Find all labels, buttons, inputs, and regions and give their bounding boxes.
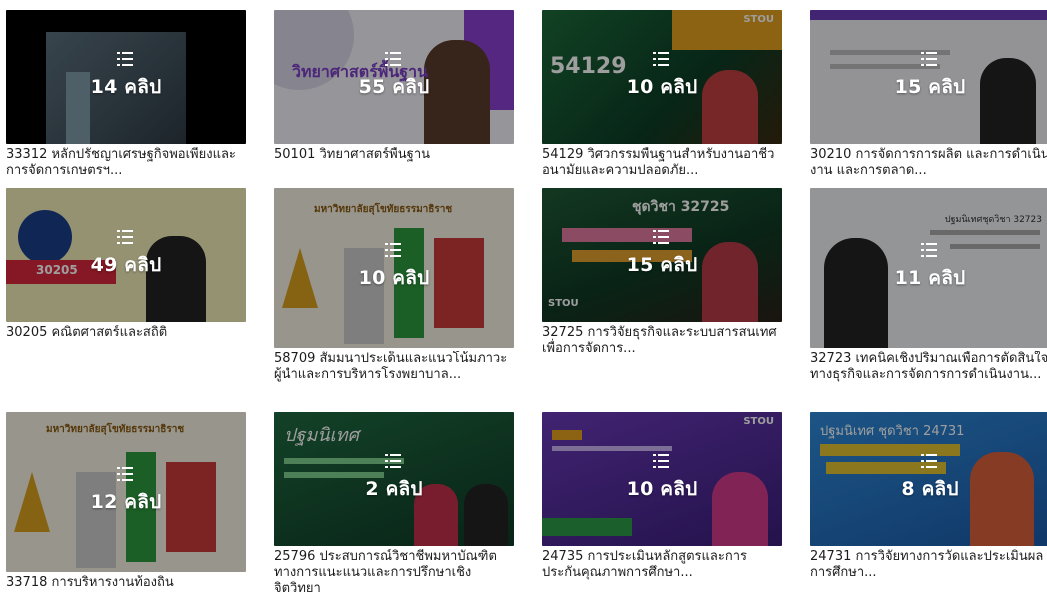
clip-count: 10 คลิป: [358, 267, 430, 289]
playlist-card[interactable]: STOU 10 คลิป 24735 การประเมินหลักสูตรและ…: [542, 412, 782, 581]
playlist-thumbnail[interactable]: ชุดวิชา 32725 STOU 15 คลิป: [542, 188, 782, 322]
playlist-title[interactable]: 50101 วิทยาศาสตร์พื้นฐาน: [274, 147, 514, 163]
clip-count: 15 คลิป: [626, 254, 698, 276]
playlist-icon: [921, 243, 939, 257]
playlist-thumbnail[interactable]: มหาวิทยาลัยสุโขทัยธรรมาธิราช 12 คลิป: [6, 412, 246, 572]
playlist-thumbnail[interactable]: 14 คลิป: [6, 10, 246, 144]
clip-count: 12 คลิป: [90, 491, 162, 513]
playlist-icon: [117, 52, 135, 66]
playlist-thumbnail[interactable]: วิทยาศาสตร์พื้นฐาน 55 คลิป: [274, 10, 514, 144]
playlist-card[interactable]: ปฐมนิเทศชุดวิชา 32723 11 คลิป 32723 เทคน…: [810, 188, 1047, 383]
playlist-card[interactable]: 30205 49 คลิป 30205 คณิตศาสตร์และสถิติ: [6, 188, 246, 341]
playlist-card[interactable]: 15 คลิป 30210 การจัดการการผลิต และการดำเ…: [810, 10, 1047, 179]
clip-count: 10 คลิป: [626, 76, 698, 98]
playlist-title[interactable]: 30210 การจัดการการผลิต และการดำเนินงาน แ…: [810, 147, 1047, 179]
clip-count: 49 คลิป: [90, 254, 162, 276]
playlist-icon: [117, 467, 135, 481]
clip-count: 15 คลิป: [894, 76, 966, 98]
playlist-thumbnail[interactable]: STOU 10 คลิป: [542, 412, 782, 546]
playlist-icon: [653, 230, 671, 244]
playlist-title[interactable]: 58709 สัมมนาประเด็นและแนวโน้มภาวะผู้นำแล…: [274, 351, 514, 383]
playlist-icon: [385, 454, 403, 468]
clip-count: 11 คลิป: [894, 267, 966, 289]
playlist-thumbnail[interactable]: มหาวิทยาลัยสุโขทัยธรรมาธิราช 10 คลิป: [274, 188, 514, 348]
playlist-title[interactable]: 33312 หลักปรัชญาเศรษฐกิจพอเพียงและการจัด…: [6, 147, 246, 179]
playlist-thumbnail[interactable]: ปฐมนิเทศชุดวิชา 32723 11 คลิป: [810, 188, 1047, 348]
playlist-icon: [653, 52, 671, 66]
clip-count: 2 คลิป: [365, 478, 423, 500]
clip-count: 10 คลิป: [626, 478, 698, 500]
playlist-title[interactable]: 33718 การบริหารงานท้องถิ่น: [6, 575, 246, 591]
playlist-title[interactable]: 24735 การประเมินหลักสูตรและการประกันคุณภ…: [542, 549, 782, 581]
playlist-thumbnail[interactable]: ปฐมนิเทศ 2 คลิป: [274, 412, 514, 546]
playlist-card[interactable]: 54129 STOU 10 คลิป 54129 วิศวกรรมพื้นฐาน…: [542, 10, 782, 179]
playlist-thumbnail[interactable]: ปฐมนิเทศ ชุดวิชา 24731 8 คลิป: [810, 412, 1047, 546]
playlist-title[interactable]: 30205 คณิตศาสตร์และสถิติ: [6, 325, 246, 341]
playlist-card[interactable]: วิทยาศาสตร์พื้นฐาน 55 คลิป 50101 วิทยาศา…: [274, 10, 514, 163]
playlist-thumbnail[interactable]: 54129 STOU 10 คลิป: [542, 10, 782, 144]
playlist-card[interactable]: มหาวิทยาลัยสุโขทัยธรรมาธิราช 10 คลิป 587…: [274, 188, 514, 383]
playlist-card[interactable]: ปฐมนิเทศ 2 คลิป 25796 ประสบการณ์วิชาชีพม…: [274, 412, 514, 597]
playlist-card[interactable]: ปฐมนิเทศ ชุดวิชา 24731 8 คลิป 24731 การว…: [810, 412, 1047, 581]
playlist-icon: [921, 52, 939, 66]
playlist-thumbnail[interactable]: 30205 49 คลิป: [6, 188, 246, 322]
playlist-icon: [385, 52, 403, 66]
playlist-title[interactable]: 54129 วิศวกรรมพื้นฐานสำหรับงานอาชีวอนามั…: [542, 147, 782, 179]
playlist-icon: [653, 454, 671, 468]
clip-count: 55 คลิป: [358, 76, 430, 98]
playlist-card[interactable]: 14 คลิป 33312 หลักปรัชญาเศรษฐกิจพอเพียงแ…: [6, 10, 246, 179]
playlist-icon: [385, 243, 403, 257]
playlist-icon: [117, 230, 135, 244]
clip-count: 8 คลิป: [901, 478, 959, 500]
playlist-card[interactable]: ชุดวิชา 32725 STOU 15 คลิป 32725 การวิจั…: [542, 188, 782, 357]
playlist-card[interactable]: มหาวิทยาลัยสุโขทัยธรรมาธิราช 12 คลิป 337…: [6, 412, 246, 591]
playlist-title[interactable]: 24731 การวิจัยทางการวัดและประเมินผลการศึ…: [810, 549, 1047, 581]
playlist-title[interactable]: 32723 เทคนิคเชิงปริมาณเพื่อการตัดสินใจทา…: [810, 351, 1047, 383]
playlist-title[interactable]: 32725 การวิจัยธุรกิจและระบบสารสนเทศเพื่อ…: [542, 325, 782, 357]
playlist-icon: [921, 454, 939, 468]
playlist-thumbnail[interactable]: 15 คลิป: [810, 10, 1047, 144]
clip-count: 14 คลิป: [90, 76, 162, 98]
